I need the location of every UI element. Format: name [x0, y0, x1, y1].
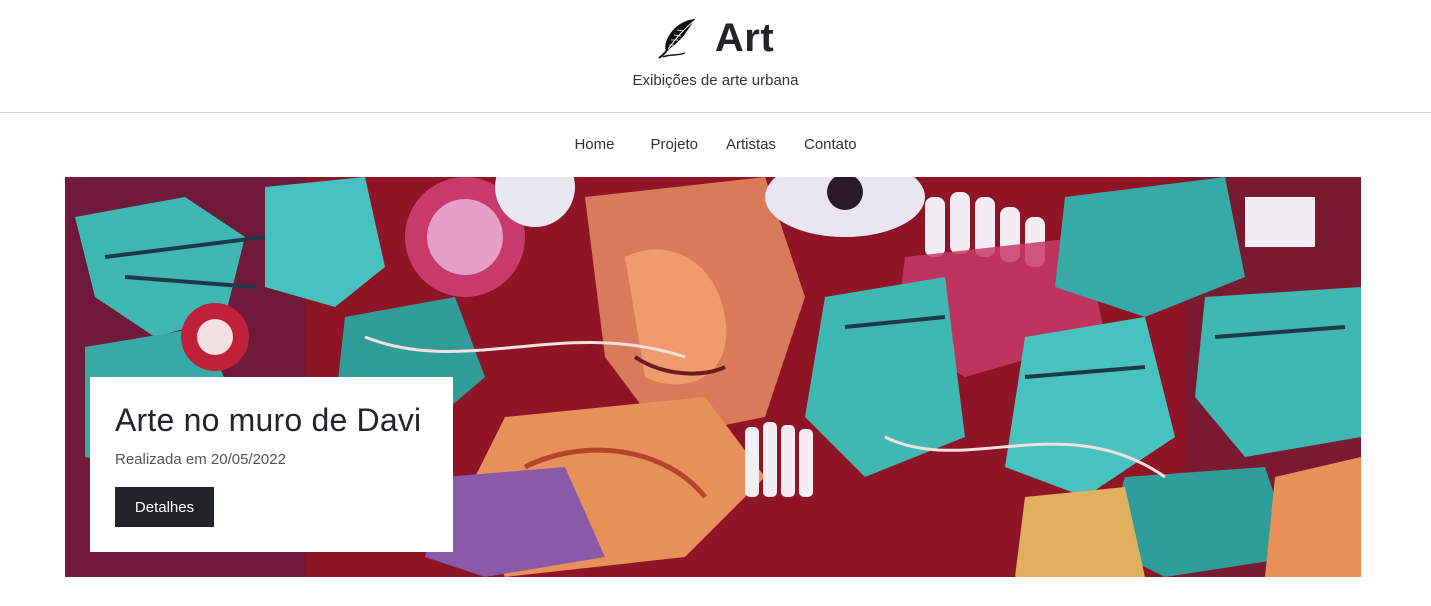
card-date: Realizada em 20/05/2022 — [115, 451, 286, 469]
nav-home[interactable]: Home — [560, 136, 636, 153]
site-header: Art Exibições de arte urbana — [0, 0, 1431, 113]
site-subtitle: Exibições de arte urbana — [632, 72, 799, 89]
nav-contato[interactable]: Contato — [790, 136, 871, 153]
brand-title: Art — [714, 16, 775, 60]
featured-card: Arte no muro de Davi Realizada em 20/05/… — [90, 377, 453, 552]
nav-projeto[interactable]: Projeto — [636, 136, 712, 153]
nav-artistas[interactable]: Artistas — [712, 136, 790, 153]
details-button[interactable]: Detalhes — [115, 487, 214, 527]
card-title: Arte no muro de Davi — [115, 402, 422, 438]
brand[interactable]: Art — [0, 16, 1431, 60]
feather-quill-icon — [658, 19, 695, 59]
main-nav: Home Projeto Artistas Contato — [0, 136, 1431, 153]
